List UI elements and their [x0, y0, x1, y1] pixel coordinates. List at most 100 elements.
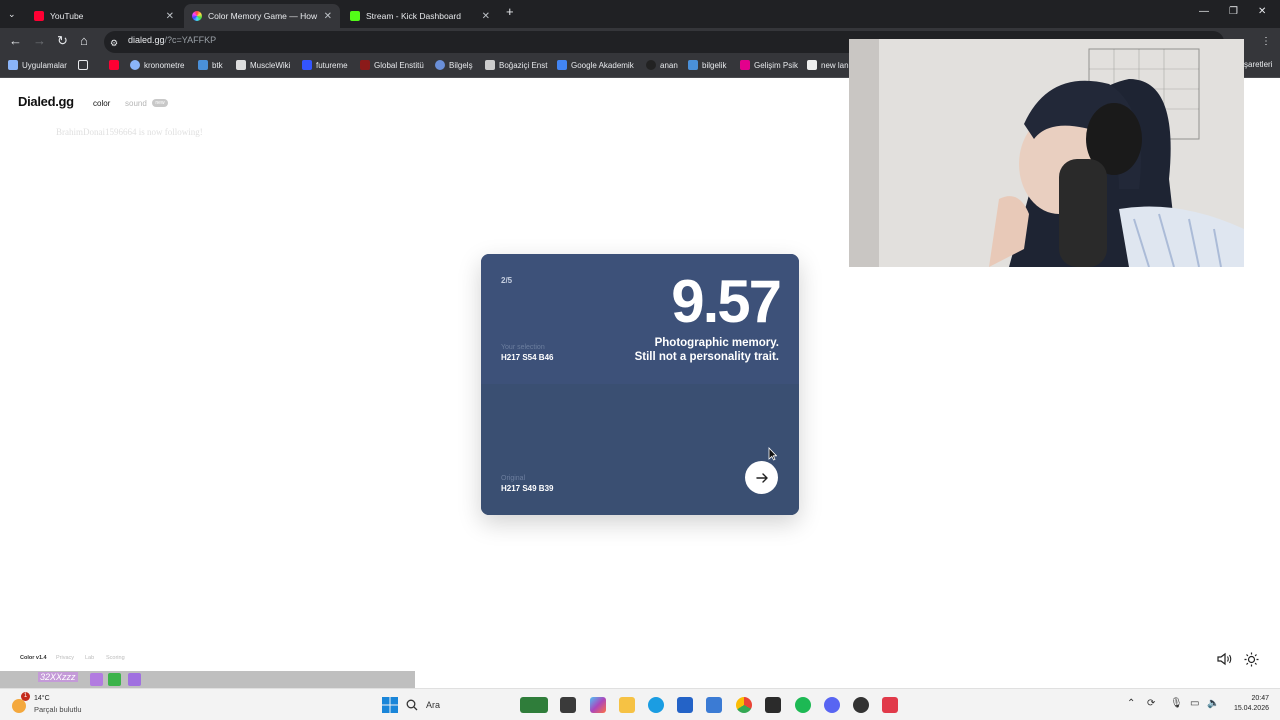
maximize-icon[interactable]: ❐: [1229, 6, 1238, 17]
tab-title: Stream - Kick Dashboard: [366, 11, 461, 21]
chrome-icon[interactable]: [736, 697, 752, 713]
task-view-icon[interactable]: [560, 697, 576, 713]
site-info-icon[interactable]: ⚙: [110, 36, 118, 50]
sound-toggle-button[interactable]: [1217, 652, 1233, 671]
bookmark-musclewiki[interactable]: MuscleWiki: [236, 60, 290, 70]
nav-sound-link[interactable]: sound: [125, 99, 147, 108]
weather-temperature[interactable]: 14°C: [34, 695, 50, 702]
selection-value: H217 S54 B46: [501, 353, 554, 362]
back-icon[interactable]: ←: [9, 34, 22, 48]
discord-icon[interactable]: [824, 697, 840, 713]
chat-username: 32XXzzz: [38, 672, 78, 682]
score-message: Photographic memory. Still not a persona…: [634, 337, 779, 363]
color-wheel-icon: [192, 11, 202, 21]
bookmark-futureme[interactable]: futureme: [302, 60, 348, 70]
bookmark-new-lan[interactable]: new lan: [807, 60, 849, 70]
footer-version: Color v1.4: [20, 655, 47, 661]
nav-color-link[interactable]: color: [93, 99, 110, 108]
file-explorer-icon[interactable]: [619, 697, 635, 713]
store-icon[interactable]: [677, 697, 693, 713]
original-swatch: [481, 384, 799, 515]
close-window-icon[interactable]: ✕: [1258, 6, 1266, 17]
spotify-icon[interactable]: [795, 697, 811, 713]
emote-icon: [108, 673, 121, 686]
bookmark-kronometre[interactable]: kronometre: [130, 60, 184, 70]
grid-icon: [78, 60, 88, 70]
bookmark-uygulamalar[interactable]: Uygulamalar: [8, 60, 67, 70]
bookmark-btk[interactable]: btk: [198, 60, 223, 70]
bookmark-all[interactable]: şaretleri: [1244, 60, 1272, 69]
bilgels-icon: [435, 60, 445, 70]
bookmark-bilgels[interactable]: Bilgelş: [435, 60, 473, 70]
new-badge: new: [152, 99, 168, 107]
gelisim-icon: [740, 60, 750, 70]
show-hidden-icons[interactable]: ⌃: [1127, 698, 1135, 709]
bookmark-google-akademik[interactable]: Google Akademik: [557, 60, 634, 70]
site-logo[interactable]: Dialed.gg: [18, 94, 74, 109]
kick-icon: [350, 11, 360, 21]
bookmark-youtube[interactable]: [109, 60, 123, 70]
sync-icon[interactable]: ⟳: [1147, 698, 1155, 709]
bookmark-anan[interactable]: anan: [646, 60, 678, 70]
clock-icon: [130, 60, 140, 70]
obs-icon[interactable]: [853, 697, 869, 713]
futureme-icon: [302, 60, 312, 70]
tab-title: Color Memory Game — How W: [208, 11, 318, 21]
menu-kebab-icon[interactable]: ⋮: [1261, 35, 1271, 49]
bookmark-gelisim-psik[interactable]: Gelişim Psik: [740, 60, 798, 70]
outlook-icon[interactable]: [706, 697, 722, 713]
sun-icon: [1244, 652, 1259, 667]
webcam-video: [849, 39, 1244, 267]
emote-icon: [90, 673, 103, 686]
system-clock[interactable]: 20:47 15.04.2026: [1234, 694, 1269, 714]
close-tab-icon[interactable]: ✕: [482, 11, 490, 22]
global-enstitu-icon: [360, 60, 370, 70]
bogazici-icon: [485, 60, 495, 70]
bookmark-bilgelik[interactable]: bilgelik: [688, 60, 726, 70]
result-card: 2/5 9.57 Photographic memory. Still not …: [481, 254, 799, 515]
bilgelik-icon: [688, 60, 698, 70]
url-text: dialed.gg/?c=YAFFKP: [128, 35, 217, 45]
bookmark-global-enstitu[interactable]: Global Enstitü: [360, 60, 424, 70]
arrow-right-icon: [755, 472, 768, 483]
windows-start-icon[interactable]: [382, 697, 398, 713]
app-icon[interactable]: [765, 697, 781, 713]
theme-toggle-button[interactable]: [1244, 652, 1259, 672]
widgets-trees-icon[interactable]: [520, 697, 548, 713]
new-tab-button[interactable]: +: [506, 5, 514, 19]
round-counter: 2/5: [501, 276, 513, 285]
close-tab-icon[interactable]: ✕: [166, 11, 174, 22]
forward-icon[interactable]: →: [33, 34, 46, 48]
bookmark-grid[interactable]: [78, 60, 92, 70]
taskbar-search[interactable]: Ara: [406, 694, 516, 716]
volume-icon[interactable]: 🔈: [1207, 698, 1219, 709]
emote-icon: [128, 673, 141, 686]
footer-scoring-link[interactable]: Scoring: [106, 655, 125, 661]
minimize-icon[interactable]: —: [1199, 6, 1209, 17]
edge-icon[interactable]: [648, 697, 664, 713]
copilot-icon[interactable]: [590, 697, 606, 713]
tab-color-memory-game[interactable]: Color Memory Game — How W ✕: [184, 4, 340, 28]
weather-description[interactable]: Parçalı bulutlu: [34, 705, 82, 714]
tab-title: YouTube: [50, 11, 84, 21]
close-tab-icon[interactable]: ✕: [324, 11, 332, 22]
mouse-cursor-icon: [768, 447, 777, 461]
footer-lab-link[interactable]: Lab: [85, 655, 94, 661]
vivaldi-icon[interactable]: [882, 697, 898, 713]
speaker-icon: [1217, 652, 1232, 666]
selection-label: Your selection: [501, 344, 545, 351]
browser-tab-strip: ⌄ YouTube ✕ Color Memory Game — How W ✕ …: [0, 0, 1280, 28]
next-round-button[interactable]: [745, 461, 778, 494]
score-value: 9.57: [671, 268, 782, 335]
bookmark-bogazici[interactable]: Boğaziçi Enst: [485, 60, 547, 70]
tab-kick-dashboard[interactable]: Stream - Kick Dashboard ✕: [342, 4, 498, 28]
tab-search-chevron-icon[interactable]: ⌄: [8, 7, 16, 21]
home-icon[interactable]: ⌂: [80, 34, 88, 48]
tab-youtube[interactable]: YouTube ✕: [26, 4, 182, 28]
footer-privacy-link[interactable]: Privacy: [56, 655, 74, 661]
display-icon[interactable]: ▭: [1190, 698, 1199, 709]
google-scholar-icon: [557, 60, 567, 70]
reload-icon[interactable]: ↻: [57, 34, 68, 48]
weather-icon[interactable]: [12, 699, 26, 713]
microphone-icon[interactable]: 🎙: [1170, 698, 1183, 709]
